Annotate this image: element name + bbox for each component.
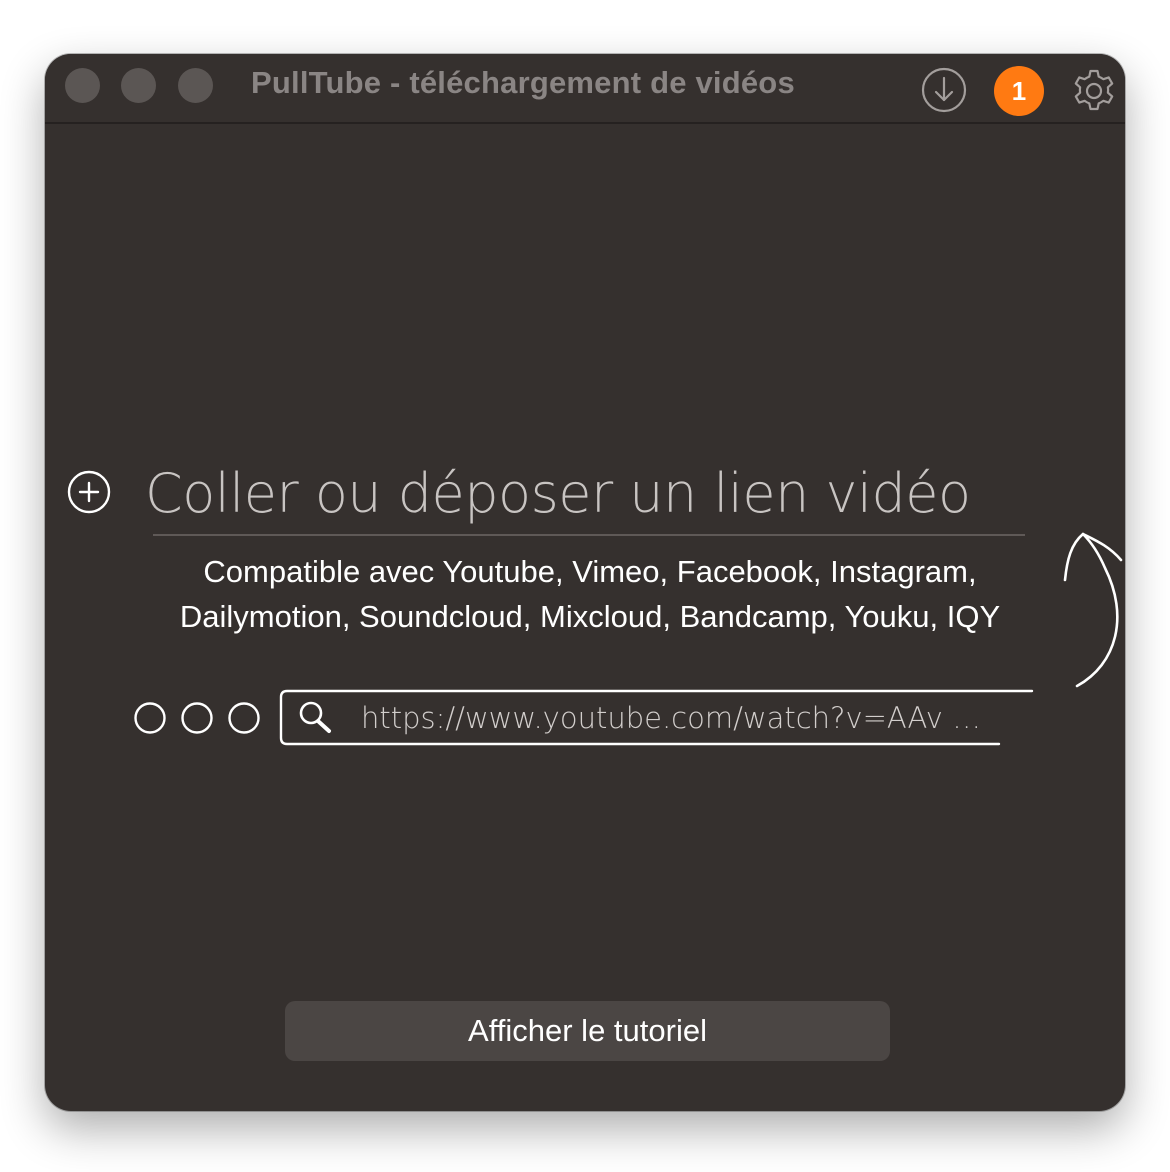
hand-drawn-arrow-icon [1063,532,1123,688]
input-underline [153,534,1025,536]
compatibility-note: Compatible avec Youtube, Vimeo, Facebook… [125,549,1055,639]
show-tutorial-button[interactable]: Afficher le tutoriel [285,1001,890,1061]
example-url-field [361,690,1001,746]
search-icon [299,701,331,733]
zoom-window-button[interactable] [178,68,213,103]
close-window-button[interactable] [65,68,100,103]
minimize-window-button[interactable] [121,68,156,103]
plus-circle-icon[interactable] [66,469,112,515]
gear-icon[interactable] [1068,65,1120,117]
window-title: PullTube - téléchargement de vidéos [251,65,795,100]
window-dots-icon [134,702,260,734]
title-bar[interactable]: PullTube - téléchargement de vidéos 1 [45,54,1125,124]
compat-line-1: Compatible avec Youtube, Vimeo, Facebook… [203,554,977,589]
app-window: PullTube - téléchargement de vidéos 1 Co… [45,54,1125,1111]
video-link-input[interactable] [145,452,1025,534]
compat-line-2: Dailymotion, Soundcloud, Mixcloud, Bandc… [179,599,1001,634]
download-circle-icon[interactable] [920,66,968,114]
downloads-count-badge[interactable]: 1 [994,66,1044,116]
